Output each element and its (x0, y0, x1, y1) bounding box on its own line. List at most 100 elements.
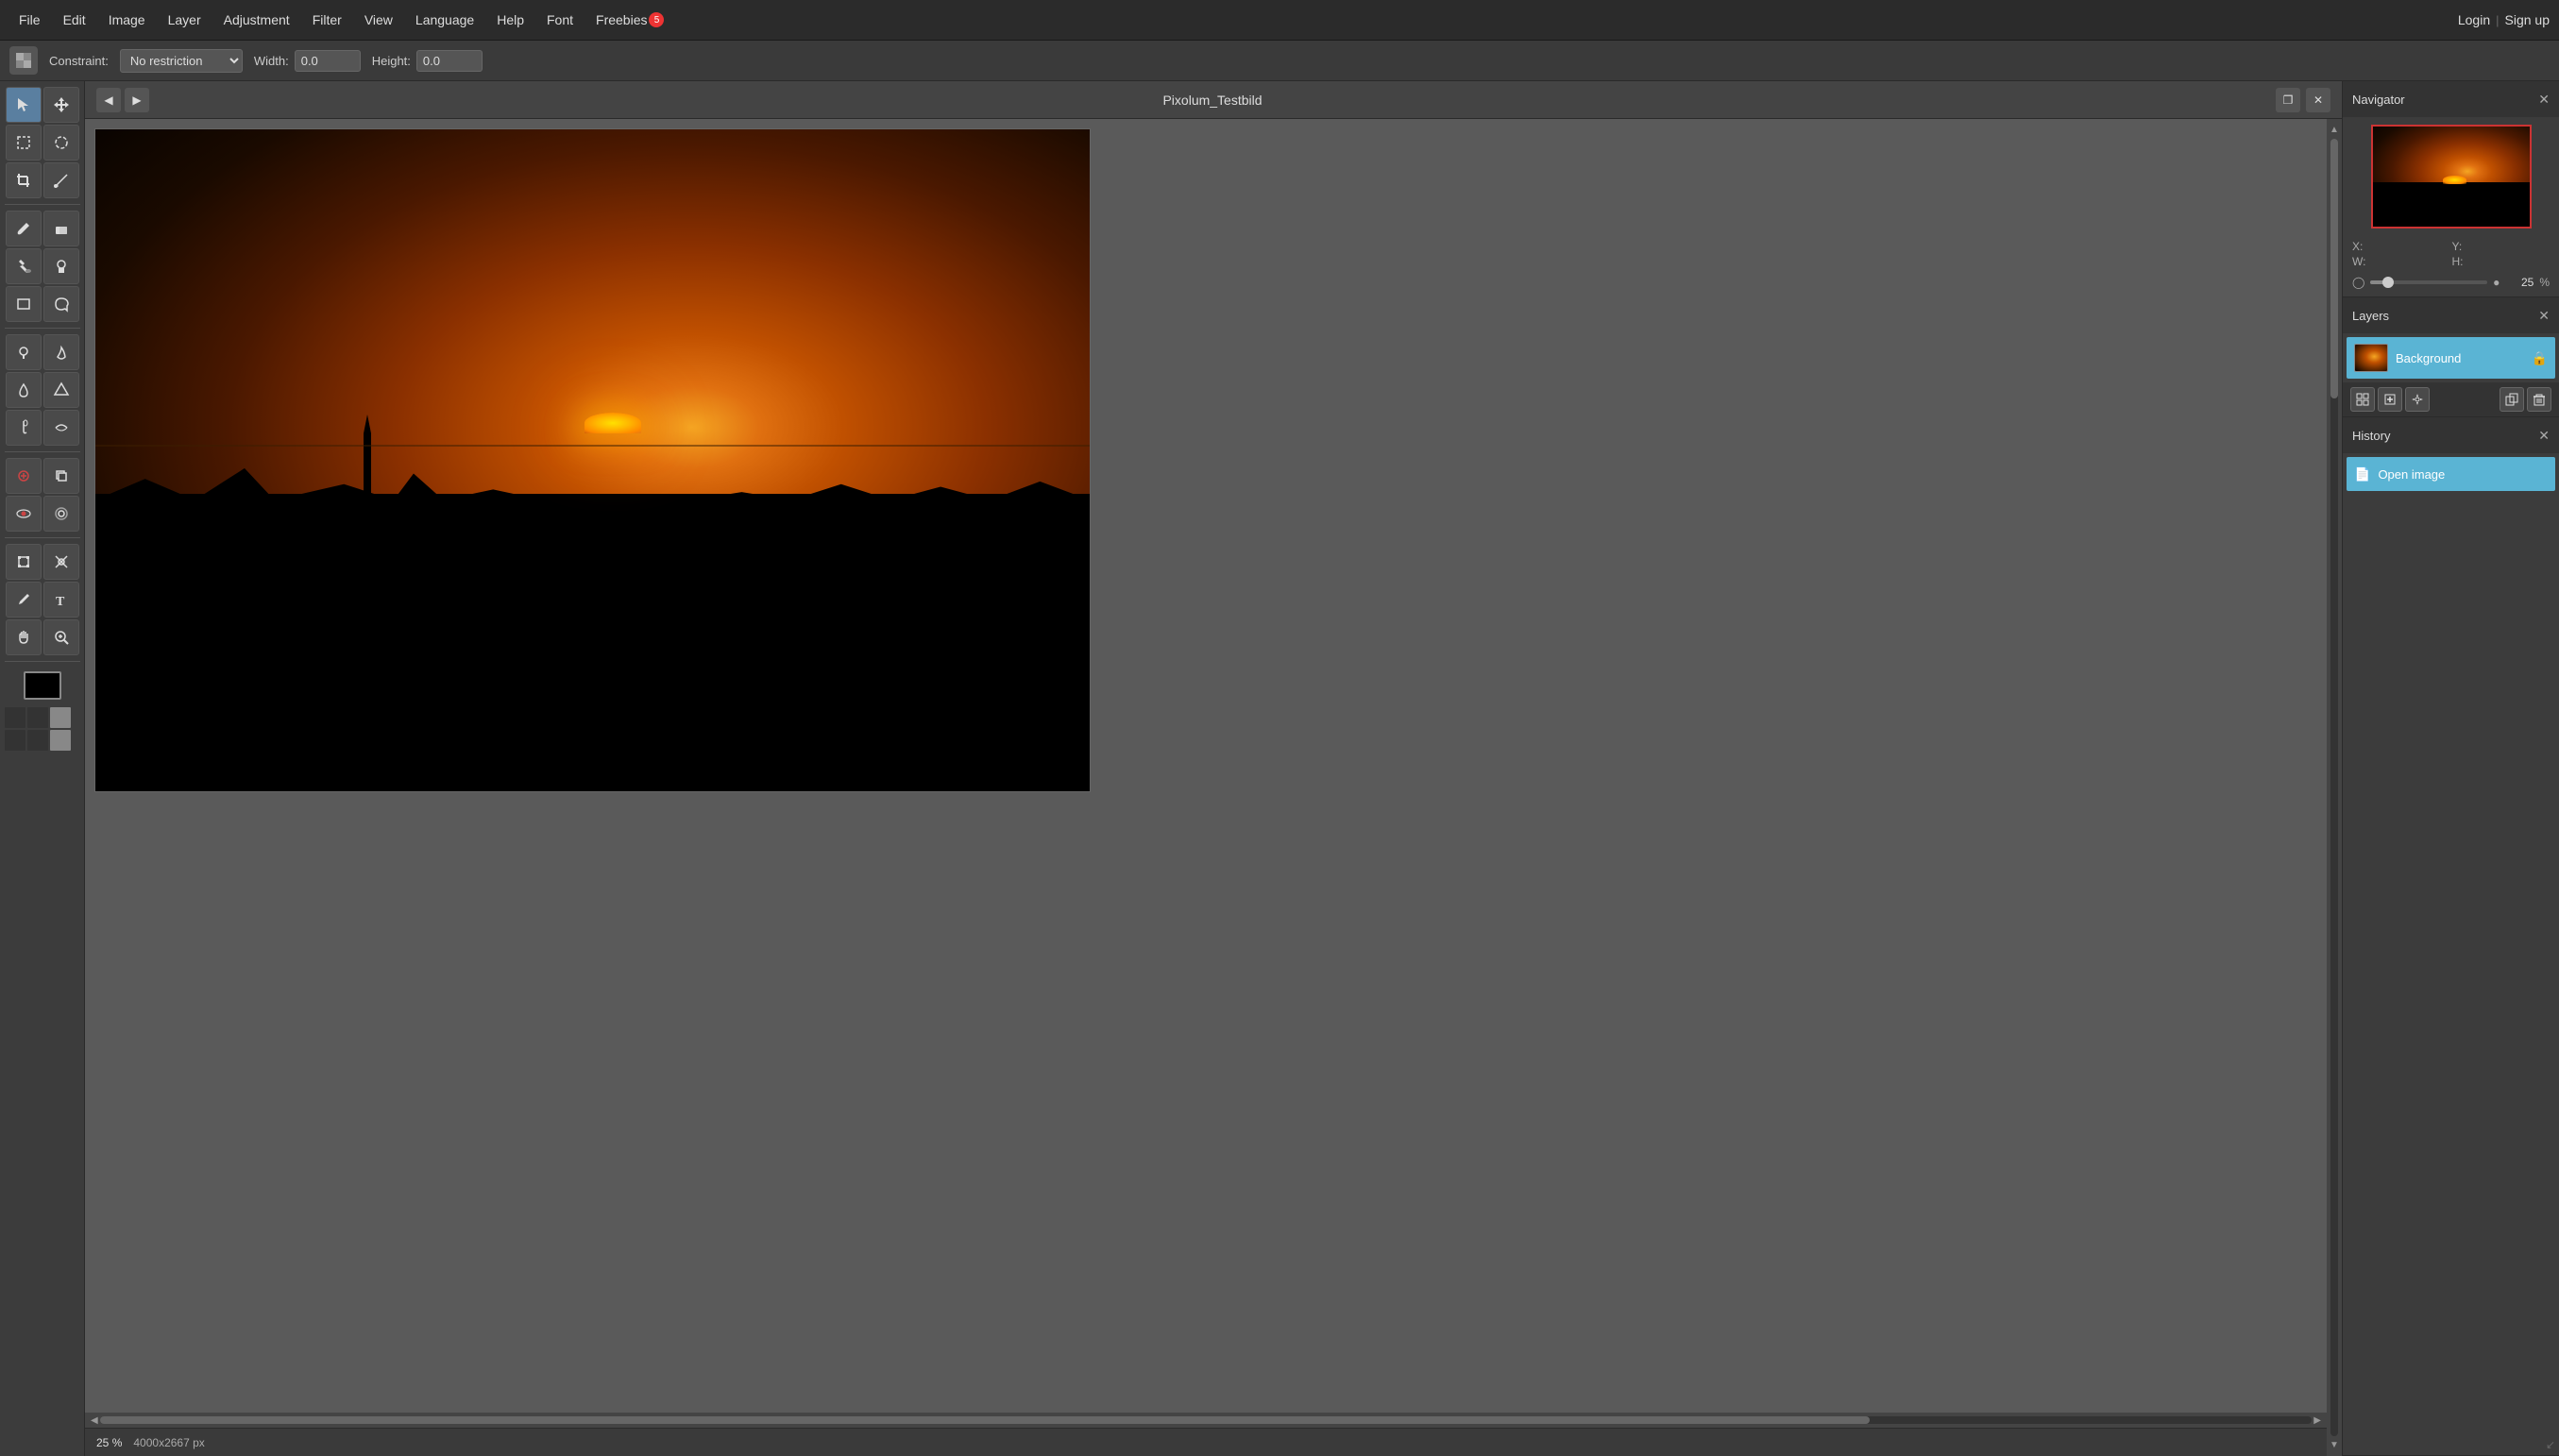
rect-select-tool[interactable] (6, 125, 42, 161)
transform-tool[interactable] (6, 544, 42, 580)
nav-h-label: H: (2452, 255, 2551, 268)
canvas-area[interactable] (85, 119, 2327, 1413)
zoom-slider-thumb[interactable] (2382, 277, 2394, 288)
login-button[interactable]: Login (2458, 12, 2490, 27)
sunset-image (95, 129, 1090, 791)
red-eye-tool[interactable] (6, 496, 42, 532)
vertical-scrollbar[interactable]: ▲ ▼ (2327, 119, 2342, 1456)
history-header: History ✕ (2343, 417, 2559, 453)
stamp-tool[interactable] (43, 248, 79, 284)
canvas-header: ◀ ▶ Pixolum_Testbild ❐ ✕ (85, 81, 2342, 119)
scroll-track-v[interactable] (2330, 139, 2338, 1436)
height-input[interactable] (416, 50, 483, 72)
nav-coords: X: Y: W: H: (2343, 236, 2559, 272)
eraser-tool[interactable] (43, 211, 79, 246)
ground (95, 494, 1090, 791)
menu-language[interactable]: Language (406, 8, 483, 31)
history-close[interactable]: ✕ (2538, 428, 2550, 444)
constraint-select[interactable]: No restriction (120, 49, 243, 73)
select-tool[interactable] (6, 87, 42, 123)
scroll-thumb-h[interactable] (100, 1416, 1870, 1424)
history-item-open-image[interactable]: 📄 Open image (2347, 457, 2555, 491)
foreground-color[interactable] (24, 671, 61, 700)
burn-tool[interactable] (43, 334, 79, 370)
swatch-4[interactable] (5, 730, 25, 751)
scroll-thumb-v[interactable] (2330, 139, 2338, 398)
signup-button[interactable]: Sign up (2505, 12, 2550, 27)
canvas-status: 25 % 4000x2667 px (85, 1428, 2327, 1456)
history-open-icon: 📄 (2354, 466, 2370, 483)
blur-sharpen-tool[interactable] (43, 496, 79, 532)
swatch-3[interactable] (50, 707, 71, 728)
canvas-actions: ❐ ✕ (2276, 88, 2330, 112)
text-tool[interactable]: T (43, 582, 79, 618)
menu-auth: Login | Sign up (2458, 12, 2550, 27)
transform-point-tool[interactable] (43, 544, 79, 580)
history-panel: History ✕ 📄 Open image ↙ (2343, 417, 2559, 1456)
rect-shape-tool[interactable] (6, 286, 42, 322)
hand-tool[interactable] (6, 619, 42, 655)
freebies-badge-count: 5 (649, 12, 664, 27)
finger-tool[interactable] (6, 410, 42, 446)
canvas-close-btn[interactable]: ✕ (2306, 88, 2330, 112)
canvas-restore-btn[interactable]: ❐ (2276, 88, 2300, 112)
fill-tool[interactable] (6, 248, 42, 284)
pen-tool[interactable] (6, 582, 42, 618)
menu-font[interactable]: Font (537, 8, 583, 31)
main-area: T (0, 81, 2559, 1456)
nav-preview-border (2371, 125, 2532, 229)
layer-lock-icon[interactable]: 🔒 (2532, 350, 2548, 366)
dodge-tool[interactable] (6, 334, 42, 370)
scroll-left-arrow[interactable]: ◀ (89, 1414, 100, 1428)
width-input[interactable] (295, 50, 361, 72)
zoom-slider[interactable] (2370, 280, 2487, 284)
scroll-down-arrow[interactable]: ▼ (2328, 1438, 2341, 1452)
text-shape-tool[interactable] (43, 286, 79, 322)
menu-view[interactable]: View (355, 8, 402, 31)
scroll-track-h[interactable] (100, 1416, 2313, 1424)
menu-image[interactable]: Image (99, 8, 155, 31)
layers-copy-btn[interactable] (2500, 387, 2524, 412)
horizontal-scrollbar[interactable]: ◀ ▶ (85, 1413, 2327, 1428)
menu-edit[interactable]: Edit (54, 8, 95, 31)
menu-layer[interactable]: Layer (159, 8, 211, 31)
layers-settings-btn[interactable] (2405, 387, 2430, 412)
spot-heal-tool[interactable] (6, 458, 42, 494)
swatch-1[interactable] (5, 707, 25, 728)
move-tool[interactable] (43, 87, 79, 123)
scroll-right-arrow[interactable]: ▶ (2312, 1414, 2323, 1428)
zoom-tool[interactable] (43, 619, 79, 655)
zoom-min-icon: ◯ (2352, 276, 2364, 289)
navigator-close[interactable]: ✕ (2538, 92, 2550, 108)
canvas-inner: ◀ ▶ 25 % 4000x2667 px (85, 119, 2327, 1456)
drop-tool[interactable] (6, 372, 42, 408)
layers-close[interactable]: ✕ (2538, 308, 2550, 324)
nav-zoom-row: ◯ ● 25 % (2343, 272, 2559, 296)
swatch-2[interactable] (27, 707, 48, 728)
swatch-5[interactable] (27, 730, 48, 751)
crop-tool[interactable] (6, 162, 42, 198)
layer-item-background[interactable]: Background 🔒 (2347, 337, 2555, 379)
zoom-max-icon: ● (2493, 276, 2500, 289)
blend-tool[interactable] (43, 410, 79, 446)
layers-new-btn[interactable] (2378, 387, 2402, 412)
menu-adjustment[interactable]: Adjustment (214, 8, 299, 31)
shape-draw-tool[interactable] (43, 372, 79, 408)
measure-tool[interactable] (43, 162, 79, 198)
layers-delete-btn[interactable] (2527, 387, 2551, 412)
clone-tool[interactable] (43, 458, 79, 494)
swatch-6[interactable] (50, 730, 71, 751)
layers-grid-btn[interactable] (2350, 387, 2375, 412)
canvas-nav-prev[interactable]: ◀ (96, 88, 121, 112)
history-resize-handle[interactable]: ↙ (2546, 1438, 2555, 1451)
zoom-display: 25 % (96, 1436, 122, 1449)
brush-tool[interactable] (6, 211, 42, 246)
menu-filter[interactable]: Filter (303, 8, 351, 31)
zoom-pct: % (2539, 276, 2550, 289)
scroll-up-arrow[interactable]: ▲ (2328, 123, 2341, 137)
lasso-tool[interactable] (43, 125, 79, 161)
menu-help[interactable]: Help (487, 8, 534, 31)
canvas-nav-next[interactable]: ▶ (125, 88, 149, 112)
menu-file[interactable]: File (9, 8, 50, 31)
menu-freebies[interactable]: Freebies 5 (586, 8, 673, 31)
